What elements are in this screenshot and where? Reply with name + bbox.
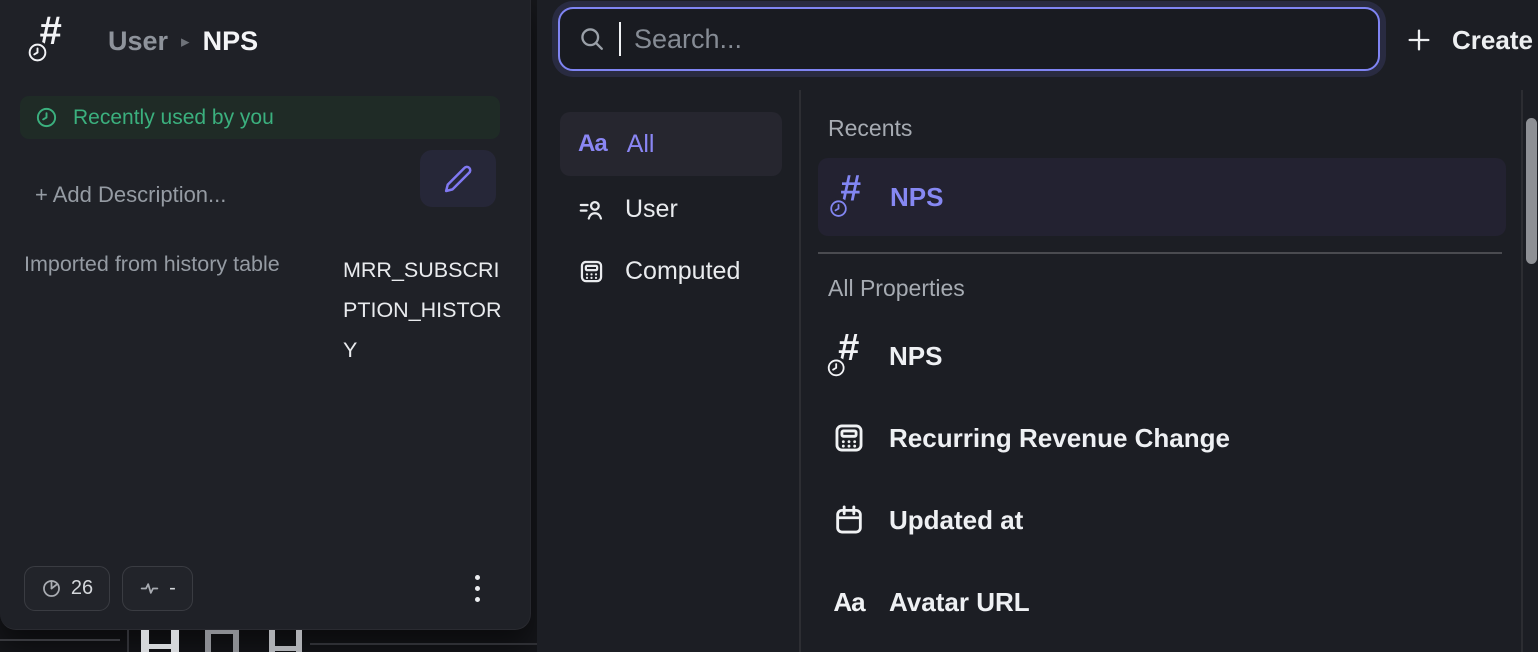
imported-from-label: Imported from history table [24,252,280,277]
add-description-button[interactable]: + Add Description... [35,182,226,208]
usage-count-button[interactable]: 26 [24,566,110,611]
trend-button[interactable]: - [122,566,193,611]
numeric-history-icon: # [30,16,74,64]
scrollbar-thumb[interactable] [1526,118,1537,264]
numeric-history-icon: # [829,333,869,379]
vertical-divider [799,90,801,652]
property-detail-panel: # User ▸ NPS Recently used by you + Add … [0,0,531,630]
clock-icon [828,198,849,219]
text-caret [619,22,621,56]
edit-description-button[interactable] [420,150,496,207]
property-row-nps[interactable]: # NPS [828,330,1488,382]
section-divider [818,252,1502,254]
property-row-updated-at[interactable]: Updated at [828,494,1488,546]
more-options-button[interactable] [460,566,494,611]
tab-user[interactable]: User [560,186,782,232]
user-list-icon [578,196,605,223]
recently-used-badge: Recently used by you [20,96,500,139]
search-input[interactable] [634,24,1360,55]
clock-icon [825,357,847,379]
breadcrumb-parent[interactable]: User [108,26,168,57]
property-row-label: Recurring Revenue Change [889,423,1230,454]
property-row-label: Avatar URL [889,587,1030,618]
tab-all[interactable]: Aa All [560,112,782,176]
pencil-icon [443,164,473,194]
breadcrumb: User ▸ NPS [108,26,258,57]
recent-item-nps[interactable]: # NPS [818,158,1506,236]
create-label: Create [1452,25,1533,56]
trend-value: - [169,577,176,600]
property-row-recurring-revenue-change[interactable]: Recurring Revenue Change [828,412,1488,464]
property-row-label: NPS [889,341,942,372]
tab-computed-label: Computed [625,257,740,286]
tab-computed[interactable]: Computed [560,248,782,294]
property-row-avatar-url[interactable]: Aa Avatar URL [828,576,1488,628]
plus-icon [1405,26,1433,54]
create-button[interactable]: Create [1405,16,1533,64]
text-icon: Aa [833,587,864,618]
search-icon [578,25,606,53]
all-properties-section-title: All Properties [828,275,965,302]
activity-icon [139,578,160,599]
clock-icon [26,41,49,64]
calculator-icon [832,421,866,455]
usage-count-value: 26 [71,577,93,600]
kebab-icon [475,575,480,580]
recents-section-title: Recents [828,115,912,142]
breadcrumb-separator: ▸ [181,32,190,52]
imported-from-value: MRR_SUBSCRIPTION_HISTORY [343,250,503,370]
recent-item-label: NPS [890,182,943,213]
clock-icon [35,106,58,129]
recently-used-label: Recently used by you [73,106,274,130]
tab-all-label: All [627,130,655,159]
breadcrumb-current: NPS [203,26,259,57]
tab-user-label: User [625,195,678,224]
scrollbar-track [1521,90,1523,652]
calendar-icon [832,503,866,537]
property-search-modal: Create Aa All User Computed Recents # [537,0,1538,652]
property-row-label: Updated at [889,505,1023,536]
search-box [558,7,1380,71]
text-icon: Aa [578,130,607,158]
app-screen: # User ▸ NPS Recently used by you + Add … [0,0,1538,652]
numeric-history-icon: # [832,175,873,220]
pie-chart-icon [41,578,62,599]
calculator-icon [578,258,605,285]
